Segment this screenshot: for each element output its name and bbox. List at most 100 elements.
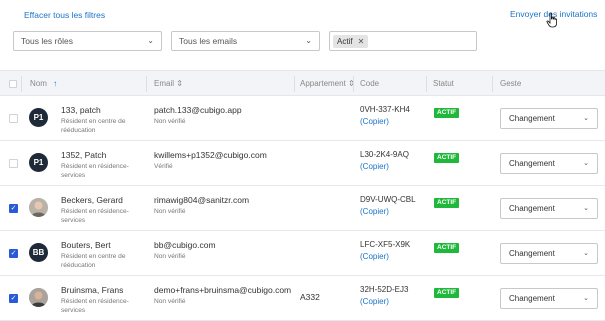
verification-status: Non vérifié bbox=[154, 208, 186, 215]
chevron-down-icon: ⌄ bbox=[583, 115, 589, 122]
action-select-value: Changement bbox=[509, 294, 555, 303]
status-badge: ACTIF bbox=[434, 153, 460, 163]
invitation-code: LFC-XF5-X9K bbox=[360, 240, 411, 249]
table-row[interactable]: ✓ Beckers, Gerard Résident en résidence-… bbox=[0, 186, 605, 231]
action-select-value: Changement bbox=[509, 249, 555, 258]
user-email: demo+frans+bruinsma@cubigo.com bbox=[154, 285, 292, 295]
column-divider bbox=[353, 76, 354, 92]
checkmark-icon: ✓ bbox=[10, 205, 17, 212]
verification-status: Vérifié bbox=[154, 163, 173, 170]
chevron-down-icon: ⌄ bbox=[583, 250, 589, 257]
user-email: rimawig804@sanitzr.com bbox=[154, 195, 250, 205]
action-select[interactable]: Changement ⌄ bbox=[500, 153, 598, 174]
status-filter-tag: Actif ✕ bbox=[333, 35, 369, 48]
action-select-value: Changement bbox=[509, 114, 555, 123]
column-divider bbox=[492, 76, 493, 92]
table-row[interactable]: P1 1352, Patch Résident en résidence-ser… bbox=[0, 141, 605, 186]
row-checkbox[interactable] bbox=[9, 159, 18, 168]
user-photo-icon bbox=[29, 288, 48, 307]
status-badge: ACTIF bbox=[434, 243, 460, 253]
user-email: bb@cubigo.com bbox=[154, 240, 216, 250]
column-header-appartement[interactable]: Appartement ⇕ bbox=[300, 71, 355, 97]
checkmark-icon: ✓ bbox=[10, 295, 17, 302]
column-header-geste: Geste bbox=[500, 79, 522, 88]
status-badge: ACTIF bbox=[434, 288, 460, 298]
avatar: P1 bbox=[29, 153, 48, 172]
user-email: patch.133@cubigo.app bbox=[154, 105, 242, 115]
column-divider bbox=[294, 76, 295, 92]
roles-filter-select[interactable]: Tous les rôles ⌄ bbox=[13, 31, 162, 51]
row-checkbox[interactable]: ✓ bbox=[9, 249, 18, 258]
hand-pointer-icon bbox=[546, 12, 557, 28]
user-name[interactable]: 1352, Patch bbox=[61, 150, 106, 160]
action-select[interactable]: Changement ⌄ bbox=[500, 198, 598, 219]
roles-filter-value: Tous les rôles bbox=[21, 36, 73, 46]
invitation-code: D9V-UWQ-CBL bbox=[360, 195, 416, 204]
user-role: Résident en résidence-services bbox=[61, 208, 129, 224]
column-divider bbox=[21, 76, 22, 92]
chevron-down-icon: ⌄ bbox=[147, 36, 154, 45]
user-name[interactable]: Beckers, Gerard bbox=[61, 195, 123, 205]
status-tag-label: Actif bbox=[337, 37, 353, 46]
row-checkbox[interactable] bbox=[9, 114, 18, 123]
status-filter-input[interactable]: Actif ✕ bbox=[329, 31, 477, 51]
row-checkbox[interactable]: ✓ bbox=[9, 294, 18, 303]
verification-status: Non vérifié bbox=[154, 298, 186, 305]
copy-code-link[interactable]: (Copier) bbox=[360, 162, 389, 171]
toolbar: Effacer tous les filtres Envoyer des inv… bbox=[0, 0, 605, 70]
row-checkbox[interactable]: ✓ bbox=[9, 204, 18, 213]
user-photo-icon bbox=[29, 198, 48, 217]
avatar bbox=[29, 198, 48, 217]
copy-code-link[interactable]: (Copier) bbox=[360, 207, 389, 216]
column-header-statut: Statut bbox=[433, 79, 454, 88]
user-apartment: A332 bbox=[300, 292, 320, 302]
action-select-value: Changement bbox=[509, 204, 555, 213]
verification-status: Non vérifié bbox=[154, 253, 186, 260]
select-all-checkbox[interactable] bbox=[9, 80, 17, 88]
action-select[interactable]: Changement ⌄ bbox=[500, 288, 598, 309]
column-divider bbox=[426, 76, 427, 92]
invitation-code: L30-2K4-9AQ bbox=[360, 150, 409, 159]
copy-code-link[interactable]: (Copier) bbox=[360, 252, 389, 261]
action-select-value: Changement bbox=[509, 159, 555, 168]
table-row[interactable]: ✓ BB Bouters, Bert Résident en centre de… bbox=[0, 231, 605, 276]
clear-filters-link[interactable]: Effacer tous les filtres bbox=[24, 10, 105, 20]
status-badge: ACTIF bbox=[434, 108, 460, 118]
user-role: Résident en centre de rééducation bbox=[61, 118, 126, 134]
user-name[interactable]: Bruinsma, Frans bbox=[61, 285, 123, 295]
chevron-down-icon: ⌄ bbox=[305, 36, 312, 45]
user-name[interactable]: Bouters, Bert bbox=[61, 240, 111, 250]
checkmark-icon: ✓ bbox=[10, 250, 17, 257]
column-divider bbox=[146, 76, 147, 92]
table-row[interactable]: P1 133, patch Résident en centre de rééd… bbox=[0, 96, 605, 141]
action-select[interactable]: Changement ⌄ bbox=[500, 108, 598, 129]
user-role: Résident en résidence-services bbox=[61, 163, 129, 179]
copy-code-link[interactable]: (Copier) bbox=[360, 297, 389, 306]
chevron-down-icon: ⌄ bbox=[583, 295, 589, 302]
table-row[interactable]: ✓ Bruinsma, Frans Résident en résidence-… bbox=[0, 276, 605, 321]
avatar: BB bbox=[29, 243, 48, 262]
invitation-code: 32H-52D-EJ3 bbox=[360, 285, 409, 294]
close-icon[interactable]: ✕ bbox=[358, 37, 365, 46]
verification-status: Non vérifié bbox=[154, 118, 186, 125]
column-nom-label: Nom bbox=[30, 79, 47, 88]
column-header-nom[interactable]: Nom ↑ bbox=[30, 71, 57, 97]
column-header-email[interactable]: Email ⇕ bbox=[154, 71, 183, 97]
table-header: Nom ↑ Email ⇕ Appartement ⇕ Code Statut … bbox=[0, 70, 605, 96]
user-role: Résident en résidence-services bbox=[61, 298, 129, 314]
emails-filter-value: Tous les emails bbox=[179, 36, 238, 46]
action-select[interactable]: Changement ⌄ bbox=[500, 243, 598, 264]
user-role: Résident en centre de rééducation bbox=[61, 253, 126, 269]
emails-filter-select[interactable]: Tous les emails ⌄ bbox=[171, 31, 320, 51]
chevron-down-icon: ⌄ bbox=[583, 205, 589, 212]
avatar: P1 bbox=[29, 108, 48, 127]
copy-code-link[interactable]: (Copier) bbox=[360, 117, 389, 126]
chevron-down-icon: ⌄ bbox=[583, 160, 589, 167]
user-name[interactable]: 133, patch bbox=[61, 105, 101, 115]
status-badge: ACTIF bbox=[434, 198, 460, 208]
avatar bbox=[29, 288, 48, 307]
user-email: kwillems+p1352@cubigo.com bbox=[154, 150, 267, 160]
invitation-code: 0VH-337-KH4 bbox=[360, 105, 410, 114]
sort-ascending-icon: ↑ bbox=[53, 79, 58, 88]
column-header-code: Code bbox=[360, 79, 380, 88]
